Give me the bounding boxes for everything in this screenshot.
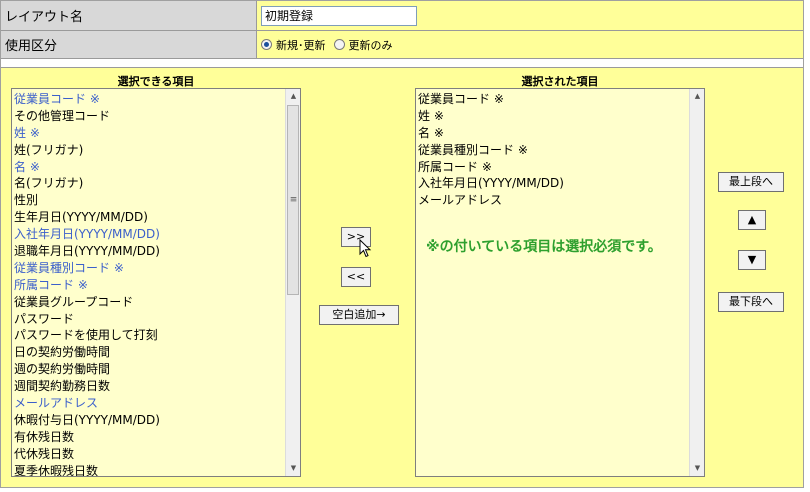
usage-row: 使用区分 新規･更新 更新のみ	[1, 31, 803, 59]
selected-items-header: 選択された項目	[521, 75, 599, 88]
selected-item[interactable]: 名 ※	[418, 125, 686, 142]
usage-options: 新規･更新 更新のみ	[257, 31, 803, 58]
available-item[interactable]: 休暇付与日(YYYY/MM/DD)	[14, 412, 282, 429]
available-item[interactable]: 夏季休暇残日数	[14, 463, 282, 476]
mouse-cursor-icon	[359, 239, 372, 258]
usage-radio-update-only[interactable]: 更新のみ	[333, 37, 393, 53]
layout-name-row: レイアウト名 初期登録	[1, 1, 803, 31]
move-down-button[interactable]: ▼	[738, 250, 766, 270]
available-item[interactable]: 代休残日数	[14, 446, 282, 463]
selected-item[interactable]: メールアドレス	[418, 192, 686, 209]
move-up-button[interactable]: ▲	[738, 210, 766, 230]
scroll-up-arrow-icon[interactable]: ▲	[286, 89, 300, 104]
available-list-scrollbar[interactable]: ▲ ≡ ▼	[285, 89, 300, 476]
layout-name-label: レイアウト名	[1, 1, 257, 30]
layout-settings-form: レイアウト名 初期登録 使用区分 新規･更新 更新のみ 選択できる項目 選択され…	[0, 0, 804, 488]
available-item[interactable]: 有休残日数	[14, 429, 282, 446]
available-item[interactable]: 従業員グループコード	[14, 294, 282, 311]
available-item[interactable]: 姓(フリガナ)	[14, 142, 282, 159]
item-selection-panel: 選択できる項目 選択された項目 従業員コード ※ その他管理コード姓 ※ 姓(フリガ…	[1, 67, 803, 487]
available-item[interactable]: パスワードを使用して打刻	[14, 327, 282, 344]
selected-item[interactable]: 従業員種別コード ※	[418, 142, 686, 159]
remove-item-button[interactable]: <<	[341, 267, 371, 287]
move-top-button[interactable]: 最上段へ	[718, 172, 784, 192]
usage-label: 使用区分	[1, 31, 257, 58]
available-item[interactable]: 所属コード ※	[14, 277, 282, 294]
add-blank-button[interactable]: 空白追加→	[319, 305, 399, 325]
available-item[interactable]: 入社年月日(YYYY/MM/DD)	[14, 226, 282, 243]
move-bottom-button[interactable]: 最下段へ	[718, 292, 784, 312]
available-item[interactable]: 週の契約労働時間	[14, 361, 282, 378]
available-item[interactable]: 従業員コード ※	[14, 91, 282, 108]
available-items-header: 選択できる項目	[117, 75, 195, 88]
available-item[interactable]: 日の契約労働時間	[14, 344, 282, 361]
available-item[interactable]: 週間契約勤務日数	[14, 378, 282, 395]
radio-selected-icon[interactable]	[261, 39, 272, 50]
available-item[interactable]: 生年月日(YYYY/MM/DD)	[14, 209, 282, 226]
scroll-up-arrow-icon[interactable]: ▲	[690, 89, 704, 104]
available-item[interactable]: 名(フリガナ)	[14, 175, 282, 192]
radio-unselected-icon[interactable]	[333, 39, 345, 50]
selected-items-list[interactable]: 従業員コード ※ 姓 ※ 名 ※ 従業員種別コード ※ 所属コード ※ 入社年月日(YYY…	[415, 88, 705, 477]
usage-radio-update-only-label: 更新のみ	[348, 38, 393, 52]
available-item[interactable]: メールアドレス	[14, 395, 282, 412]
selected-item[interactable]: 所属コード ※	[418, 159, 686, 176]
available-item[interactable]: 名 ※	[14, 159, 282, 176]
selected-list-scrollbar[interactable]: ▲ ▼	[689, 89, 704, 476]
selected-item[interactable]: 入社年月日(YYYY/MM/DD)	[418, 175, 686, 192]
selected-items: 従業員コード ※ 姓 ※ 名 ※ 従業員種別コード ※ 所属コード ※ 入社年月日(YYY…	[418, 91, 686, 209]
selected-item[interactable]: 従業員コード ※	[418, 91, 686, 108]
selected-item[interactable]: 姓 ※	[418, 108, 686, 125]
available-item[interactable]: 退職年月日(YYYY/MM/DD)	[14, 243, 282, 260]
available-items-list[interactable]: 従業員コード ※ その他管理コード姓 ※ 姓(フリガナ) 名 ※ 名(フリガナ) 性別 生年…	[11, 88, 301, 477]
layout-name-input[interactable]: 初期登録	[261, 5, 417, 26]
layout-name-cell: 初期登録	[257, 1, 803, 30]
usage-radio-new-update-label: 新規･更新	[276, 38, 326, 52]
required-note: ※の付いている項目は選択必須です。	[426, 239, 662, 255]
scroll-grip-icon: ≡	[289, 195, 298, 205]
available-item[interactable]: 姓 ※	[14, 125, 282, 142]
scroll-down-arrow-icon[interactable]: ▼	[286, 461, 300, 476]
available-item[interactable]: 性別	[14, 192, 282, 209]
available-item[interactable]: その他管理コード	[14, 108, 282, 125]
available-item[interactable]: パスワード	[14, 311, 282, 328]
available-item[interactable]: 従業員種別コード ※	[14, 260, 282, 277]
scroll-down-arrow-icon[interactable]: ▼	[690, 461, 704, 476]
usage-radio-new-update[interactable]: 新規･更新	[261, 37, 326, 53]
available-items: 従業員コード ※ その他管理コード姓 ※ 姓(フリガナ) 名 ※ 名(フリガナ) 性別 生年…	[14, 91, 282, 476]
